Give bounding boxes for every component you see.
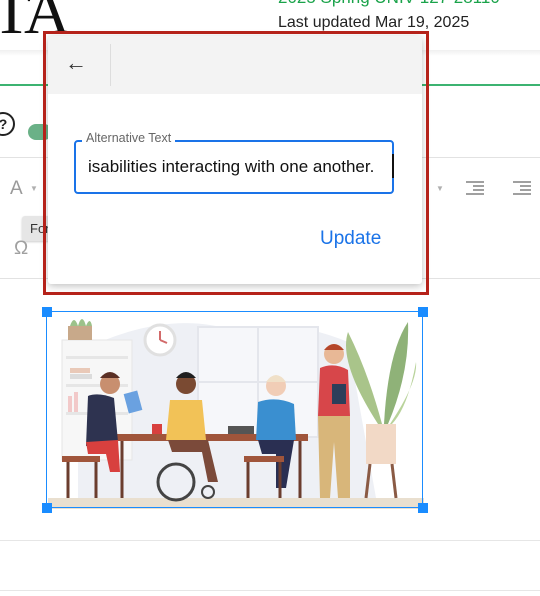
resize-handle-top-left[interactable] — [42, 307, 52, 317]
divider — [0, 590, 540, 591]
chevron-down-icon[interactable]: ▼ — [30, 184, 38, 193]
special-character-icon[interactable]: Ω — [14, 238, 28, 260]
resize-handle-top-right[interactable] — [418, 307, 428, 317]
font-color-icon[interactable]: A — [10, 178, 23, 200]
image-selection-frame — [46, 311, 423, 508]
indent-icon[interactable] — [513, 181, 531, 195]
chevron-down-icon[interactable]: ▼ — [436, 184, 444, 193]
resize-handle-bottom-left[interactable] — [42, 503, 52, 513]
course-title: 2025 Spring UNIV 127-28110 — [278, 0, 500, 8]
divider — [0, 540, 540, 541]
highlight-outline — [43, 31, 429, 295]
help-icon[interactable]: ? — [0, 112, 15, 136]
outdent-icon[interactable] — [466, 181, 484, 195]
last-updated: Last updated Mar 19, 2025 — [278, 14, 470, 31]
resize-handle-bottom-right[interactable] — [418, 503, 428, 513]
